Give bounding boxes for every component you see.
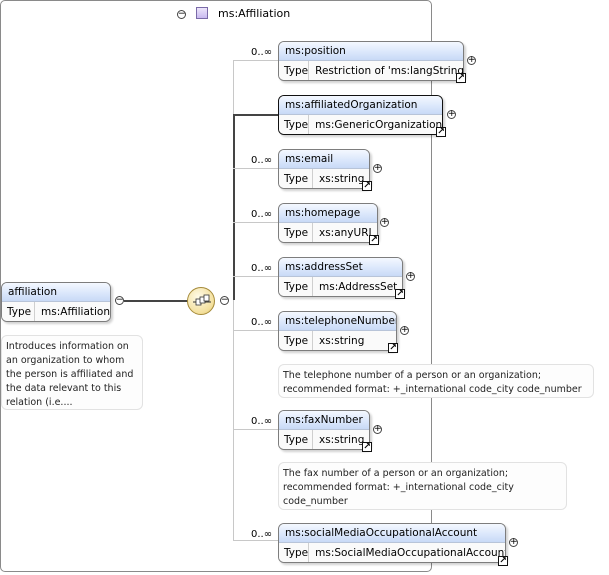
element-position[interactable]: ms:position Type Restriction of 'ms:langS… <box>278 41 464 81</box>
element-social-media-occupational-account[interactable]: ms:socialMediaOccupationalAccount Type ms… <box>278 523 506 563</box>
element-name: ms:faxNumber <box>279 411 369 430</box>
element-name: ms:homepage <box>279 204 377 223</box>
branch-line <box>233 429 278 430</box>
branch-line <box>233 222 278 223</box>
type-link-arrow-icon[interactable]: ↗ <box>395 289 405 299</box>
type-value: ms:Affiliation <box>41 306 110 318</box>
expand-icon[interactable]: + <box>380 218 389 227</box>
branch-line <box>233 330 278 331</box>
multiplicity: 0..∞ <box>251 155 273 166</box>
multiplicity: 0..∞ <box>251 263 273 274</box>
element-documentation: The fax number of a person or an organiz… <box>278 462 567 510</box>
type-label: Type <box>279 277 313 296</box>
multiplicity: 0..∞ <box>251 47 273 58</box>
type-value: Restriction of 'ms:langString' <box>315 65 464 77</box>
branch-line <box>233 60 278 61</box>
branch-line <box>233 168 278 169</box>
element-name: ms:position <box>279 42 463 61</box>
type-label: Type <box>279 115 310 134</box>
multiplicity: 0..∞ <box>251 209 273 220</box>
element-affiliated-organization[interactable]: ms:affiliatedOrganization Type ms:Generic… <box>278 95 443 135</box>
type-link-arrow-icon[interactable]: ↗ <box>498 556 508 566</box>
expand-icon[interactable]: + <box>406 272 415 281</box>
complex-type-icon <box>196 7 208 19</box>
element-name: ms:socialMediaOccupationalAccount <box>279 524 505 543</box>
sequence-compositor-icon[interactable] <box>187 287 215 315</box>
element-name: ms:addressSet <box>279 258 402 277</box>
root-documentation: Introduces information on an organizatio… <box>1 335 143 410</box>
root-element-affiliation[interactable]: affiliation Type ms:Affiliation <box>1 282 111 322</box>
type-label: Type <box>279 169 313 188</box>
type-value: ms:SocialMediaOccupationalAccount <box>315 547 506 559</box>
type-link-arrow-icon[interactable]: ↗ <box>362 181 372 191</box>
multiplicity: 0..∞ <box>251 416 273 427</box>
element-email[interactable]: ms:email Type xs:string <box>278 149 370 189</box>
multiplicity: 0..∞ <box>251 317 273 328</box>
expand-icon[interactable]: + <box>467 56 476 65</box>
type-value: xs:string <box>319 173 365 185</box>
branch-line <box>233 276 278 277</box>
type-value: xs:string <box>319 434 365 446</box>
type-value: xs:anyURI <box>319 227 372 239</box>
expand-icon[interactable]: + <box>373 425 382 434</box>
multiplicity: 0..∞ <box>251 529 273 540</box>
type-label: Type <box>279 223 313 242</box>
type-link-arrow-icon[interactable]: ↗ <box>388 343 398 353</box>
element-name: ms:email <box>279 150 369 169</box>
connector-line <box>124 300 188 302</box>
element-name: ms:affiliatedOrganization <box>279 96 442 115</box>
type-label: Type <box>279 61 310 80</box>
element-telephone-number[interactable]: ms:telephoneNumber Type xs:string <box>278 311 397 351</box>
collapse-icon[interactable]: − <box>220 296 229 305</box>
type-label: Type <box>279 430 313 449</box>
branch-line <box>233 114 278 116</box>
expand-icon[interactable]: + <box>509 538 518 547</box>
type-link-arrow-icon[interactable]: ↗ <box>456 73 466 83</box>
expand-icon[interactable]: + <box>400 326 409 335</box>
type-label: Type <box>279 543 310 562</box>
expand-icon[interactable]: + <box>373 164 382 173</box>
type-value: xs:string <box>319 335 365 347</box>
type-label: Type <box>279 331 313 350</box>
type-link-arrow-icon[interactable]: ↗ <box>436 127 446 137</box>
required-branch-line <box>233 114 235 300</box>
element-homepage[interactable]: ms:homepage Type xs:anyURI <box>278 203 378 243</box>
expand-icon[interactable]: + <box>447 110 456 119</box>
type-link-arrow-icon[interactable]: ↗ <box>362 442 372 452</box>
type-value: ms:GenericOrganization <box>315 119 443 131</box>
element-fax-number[interactable]: ms:faxNumber Type xs:string <box>278 410 370 450</box>
type-value: ms:AddressSet <box>319 281 398 293</box>
type-link-arrow-icon[interactable]: ↗ <box>369 235 379 245</box>
complex-type-title: ms:Affiliation <box>218 7 291 20</box>
collapse-icon[interactable]: − <box>177 10 186 19</box>
collapse-icon[interactable]: − <box>115 296 124 305</box>
element-name: affiliation <box>2 283 110 302</box>
element-name: ms:telephoneNumber <box>279 312 396 331</box>
element-address-set[interactable]: ms:addressSet Type ms:AddressSet <box>278 257 403 297</box>
type-label: Type <box>2 302 36 321</box>
element-documentation: The telephone number of a person or an o… <box>278 364 594 398</box>
